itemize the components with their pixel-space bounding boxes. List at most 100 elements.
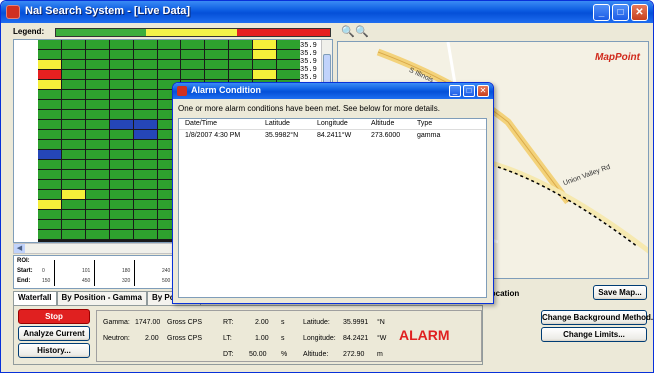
alarm-row-type[interactable]: gamma	[417, 132, 440, 139]
change-background-method-button[interactable]: Change Background Method...	[541, 310, 653, 325]
waterfall-cell	[205, 50, 229, 59]
waterfall-cell	[109, 60, 133, 69]
waterfall-cell	[133, 180, 157, 189]
waterfall-cell	[133, 50, 157, 59]
roi-label: ROI:	[17, 258, 30, 264]
waterfall-cell	[157, 50, 181, 59]
alarm-row-datetime[interactable]: 1/8/2007 4:30 PM	[185, 132, 240, 139]
close-button[interactable]: ✕	[631, 4, 648, 21]
waterfall-cell	[38, 230, 61, 239]
waterfall-cell	[38, 220, 61, 229]
waterfall-cell	[133, 60, 157, 69]
alarm-row-altitude[interactable]: 273.6000	[371, 132, 400, 139]
neutron-unit: Gross CPS	[167, 335, 203, 342]
waterfall-cell	[181, 40, 205, 49]
title-bar: NaI Search System - [Live Data] _ □ ✕	[1, 1, 653, 23]
rt-value: 2.00	[255, 319, 269, 326]
col-header-type[interactable]: Type	[417, 120, 432, 127]
roi-start-label: Start:	[17, 268, 33, 274]
roi-start-value: 101	[82, 268, 91, 274]
legend-segment	[146, 29, 237, 36]
lt-label: LT:	[223, 335, 232, 342]
waterfall-cell	[38, 160, 61, 169]
waterfall-latitude-values: 35.9 35.9 35.9 35.9 35.9	[300, 42, 322, 82]
waterfall-cell	[277, 70, 300, 79]
waterfall-cell	[133, 90, 157, 99]
waterfall-cell	[61, 140, 85, 149]
waterfall-cell	[61, 80, 85, 89]
waterfall-cell	[109, 140, 133, 149]
col-header-altitude[interactable]: Altitude	[371, 120, 394, 127]
lt-unit: s	[281, 335, 285, 342]
col-header-longitude[interactable]: Longitude	[317, 120, 348, 127]
waterfall-cell	[229, 50, 253, 59]
dialog-maximize-button[interactable]: □	[463, 85, 475, 97]
waterfall-cell	[38, 170, 61, 179]
roi-end-value: 450	[82, 278, 91, 284]
waterfall-cell	[109, 70, 133, 79]
waterfall-cell	[61, 70, 85, 79]
roi-marker[interactable]	[54, 260, 55, 286]
latitude-value: 35.9	[300, 42, 317, 50]
analyze-current-button[interactable]: Analyze Current	[18, 326, 90, 341]
waterfall-cell	[38, 40, 61, 49]
waterfall-cell	[85, 90, 109, 99]
control-panel: Stop Analyze Current History... Gamma: 1…	[13, 305, 483, 365]
alarm-row-latitude[interactable]: 35.9982°N	[265, 132, 298, 139]
waterfall-cell	[109, 190, 133, 199]
waterfall-cell	[109, 230, 133, 239]
dialog-minimize-button[interactable]: _	[449, 85, 461, 97]
dialog-close-button[interactable]: ✕	[477, 85, 489, 97]
latitude-value: 35.9	[300, 50, 317, 58]
legend-color-bar	[55, 28, 331, 37]
legend-segment	[56, 29, 147, 36]
dialog-message: One or more alarm conditions have been m…	[178, 104, 440, 113]
waterfall-cell	[133, 190, 157, 199]
roi-marker[interactable]	[134, 260, 135, 286]
tab-waterfall[interactable]: Waterfall	[13, 291, 57, 305]
waterfall-cell	[109, 100, 133, 109]
waterfall-cell	[109, 210, 133, 219]
roi-end-label: End:	[17, 278, 31, 284]
zoom-in-icon[interactable]: 🔍	[355, 25, 369, 38]
save-map-button[interactable]: Save Map...	[593, 285, 647, 300]
tab-by-position-gamma[interactable]: By Position - Gamma	[56, 291, 147, 305]
change-limits-button[interactable]: Change Limits...	[541, 327, 647, 342]
waterfall-cell	[38, 190, 61, 199]
alarm-row-longitude[interactable]: 84.2411°W	[317, 132, 351, 139]
waterfall-cell	[61, 50, 85, 59]
waterfall-cell	[109, 150, 133, 159]
waterfall-cell	[61, 90, 85, 99]
waterfall-cell	[61, 210, 85, 219]
waterfall-cell	[85, 140, 109, 149]
altitude-label: Altitude:	[303, 351, 329, 358]
scroll-left-arrow-icon[interactable]: ◀	[14, 244, 25, 253]
waterfall-cell	[61, 170, 85, 179]
waterfall-cell	[61, 40, 85, 49]
latitude-unit: °N	[377, 319, 385, 326]
history-button[interactable]: History...	[18, 343, 90, 358]
roi-start-value: 240	[162, 268, 171, 274]
waterfall-cell	[85, 110, 109, 119]
waterfall-cell	[133, 170, 157, 179]
waterfall-cell	[133, 160, 157, 169]
maximize-button[interactable]: □	[612, 4, 629, 21]
waterfall-cell	[61, 200, 85, 209]
alarm-list[interactable]: Date/Time Latitude Longitude Altitude Ty…	[178, 118, 487, 298]
stop-button[interactable]: Stop	[18, 309, 90, 324]
col-header-datetime[interactable]: Date/Time	[185, 120, 217, 127]
readings-panel: Gamma: 1747.00 Gross CPS Neutron: 2.00 G…	[96, 310, 482, 362]
waterfall-cell	[61, 110, 85, 119]
latitude-value: 35.9	[300, 66, 317, 74]
roi-end-value: 500	[162, 278, 171, 284]
waterfall-cell	[109, 160, 133, 169]
waterfall-cell	[38, 100, 61, 109]
zoom-out-icon[interactable]: 🔍	[341, 25, 355, 38]
roi-marker[interactable]	[94, 260, 95, 286]
minimize-button[interactable]: _	[593, 4, 610, 21]
waterfall-cell	[38, 80, 61, 89]
waterfall-cell	[85, 190, 109, 199]
waterfall-cell	[133, 40, 157, 49]
col-header-latitude[interactable]: Latitude	[265, 120, 290, 127]
waterfall-cell	[277, 40, 300, 49]
